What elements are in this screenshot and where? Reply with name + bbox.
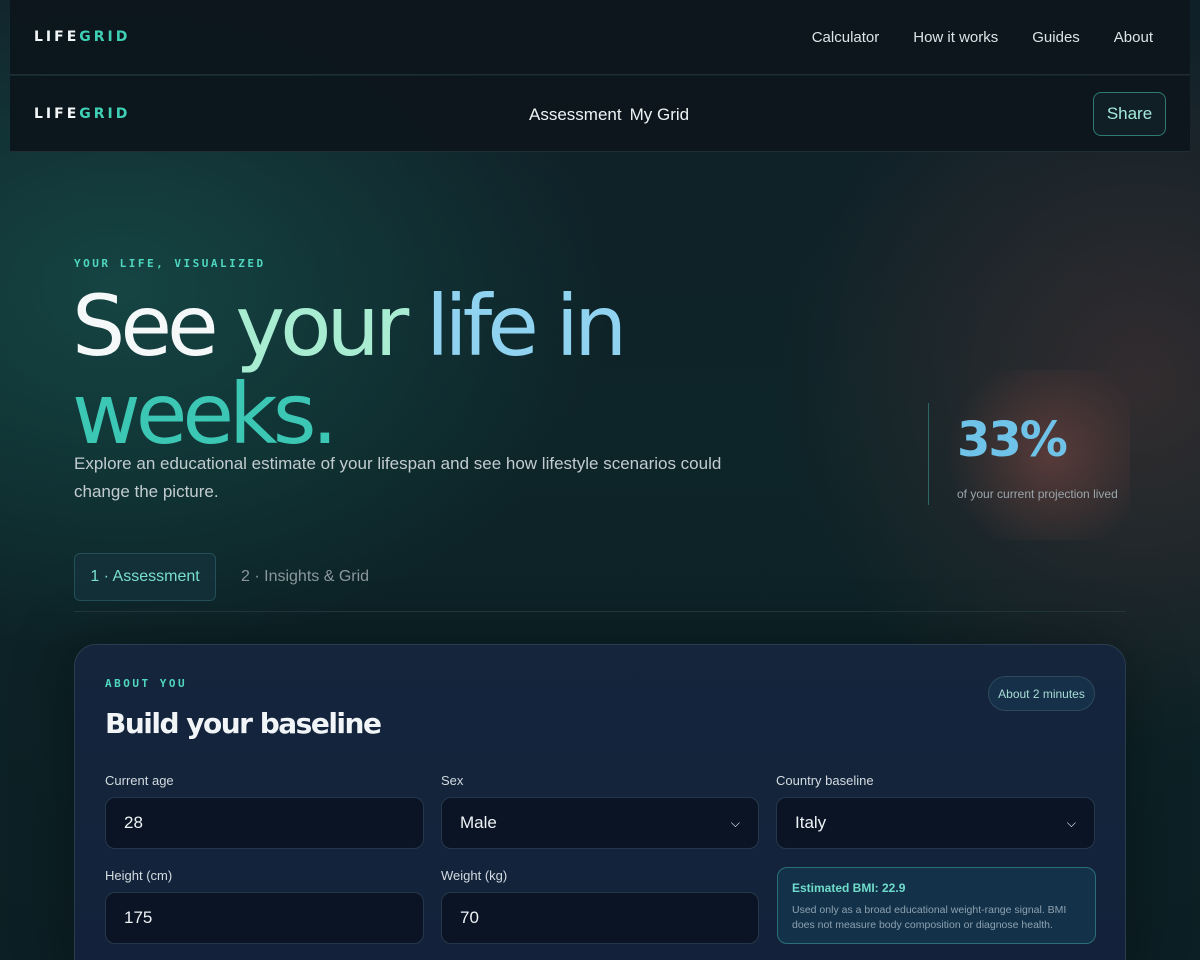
nav-guides[interactable]: Guides <box>1032 29 1080 46</box>
step-tabs: 1 · Assessment 2 · Insights & Grid <box>74 553 369 601</box>
headline-word: weeks. <box>72 365 338 463</box>
headline-word: your <box>235 277 409 375</box>
card-eyebrow: ABOUT YOU <box>105 677 188 690</box>
step-insights-grid[interactable]: 2 · Insights & Grid <box>241 568 369 586</box>
tab-assessment[interactable]: Assessment <box>529 105 622 125</box>
height-value: 175 <box>124 908 153 927</box>
age-input[interactable]: 28 <box>105 797 424 849</box>
logo-part-a: LIFE <box>34 29 80 45</box>
headline-word: See <box>72 277 219 375</box>
headline-word: life <box>425 277 539 375</box>
bmi-value: Estimated BMI: 22.9 <box>792 881 906 895</box>
height-label: Height (cm) <box>105 868 173 883</box>
logo-part-a: LIFE <box>34 106 80 122</box>
duration-badge: About 2 minutes <box>988 676 1095 711</box>
hero-headline: See your life in weeks. <box>72 282 772 458</box>
bmi-info-box: Estimated BMI: 22.9 Used only as a broad… <box>777 867 1096 944</box>
projection-label: of your current projection lived <box>957 487 1118 501</box>
weight-value: 70 <box>460 908 479 927</box>
logo[interactable]: LIFEGRID <box>34 106 130 122</box>
nav-calculator[interactable]: Calculator <box>812 29 880 46</box>
chevron-down-icon: ⌵ <box>730 815 740 830</box>
share-button[interactable]: Share <box>1093 92 1166 136</box>
weight-input[interactable]: 70 <box>441 892 759 944</box>
bmi-note: Used only as a broad educational weight-… <box>792 904 1067 931</box>
sex-label: Sex <box>441 773 464 788</box>
weight-label: Weight (kg) <box>441 868 508 883</box>
main-nav: Calculator How it works Guides About <box>812 29 1153 46</box>
nav-how-it-works[interactable]: How it works <box>913 29 998 46</box>
age-value: 28 <box>124 813 143 832</box>
tab-my-grid[interactable]: My Grid <box>630 105 690 125</box>
country-label: Country baseline <box>776 773 874 788</box>
app-navigation: LIFEGRID Assessment My Grid Share <box>10 76 1190 152</box>
country-select[interactable]: Italy ⌵ <box>776 797 1095 849</box>
chevron-down-icon: ⌵ <box>1066 815 1076 830</box>
country-value: Italy <box>795 813 827 832</box>
headline-word: in <box>555 277 628 375</box>
sex-value: Male <box>460 813 497 832</box>
logo-part-b: GRID <box>79 29 131 45</box>
nav-about[interactable]: About <box>1114 29 1153 46</box>
logo[interactable]: LIFEGRID <box>34 29 130 45</box>
logo-part-b: GRID <box>79 106 131 122</box>
card-title: Build your baseline <box>105 707 382 740</box>
step-assessment[interactable]: 1 · Assessment <box>74 553 216 601</box>
hero-eyebrow: YOUR LIFE, VISUALIZED <box>74 257 266 270</box>
divider <box>74 611 1126 612</box>
sex-select[interactable]: Male ⌵ <box>441 797 759 849</box>
app-tabs: Assessment My Grid <box>529 105 689 125</box>
hero-description: Explore an educational estimate of your … <box>74 454 722 501</box>
top-navigation: LIFEGRID Calculator How it works Guides … <box>10 0 1190 75</box>
projection-percent: 33% <box>957 412 1068 468</box>
baseline-card: ABOUT YOU Build your baseline About 2 mi… <box>74 644 1126 960</box>
stat-divider <box>928 403 929 505</box>
height-input[interactable]: 175 <box>105 892 424 944</box>
age-label: Current age <box>105 773 174 788</box>
